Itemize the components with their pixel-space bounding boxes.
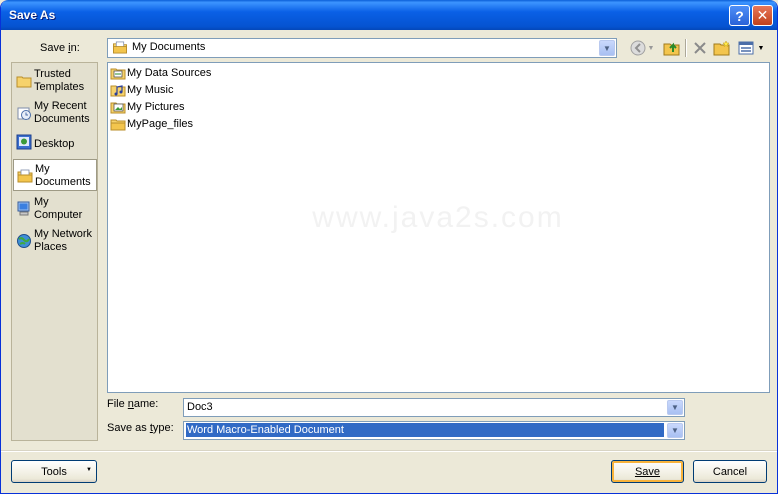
file-name-label: File name: bbox=[107, 398, 159, 410]
file-name: My Music bbox=[127, 84, 174, 96]
save-in-dropdown[interactable]: My Documents ▼ bbox=[107, 38, 617, 58]
new-folder-icon bbox=[713, 40, 730, 56]
bottom-separator bbox=[1, 450, 777, 452]
recent-documents-icon bbox=[17, 107, 31, 120]
save-as-dialog: Save As ? ✕ Save in: My Documents ▼ ▼ ▼ … bbox=[0, 0, 778, 494]
title-bar[interactable]: Save As ? ✕ bbox=[1, 0, 777, 30]
watermark-text: www.java2s.com bbox=[312, 201, 564, 234]
places-bar: Trusted Templates My Recent Documents De… bbox=[11, 62, 98, 441]
place-my-documents[interactable]: My Documents bbox=[13, 159, 97, 191]
folder-icon bbox=[16, 76, 32, 88]
save-as-type-dropdown[interactable]: Word Macro-Enabled Document ▼ bbox=[183, 421, 685, 440]
list-item-my-music[interactable]: My Music bbox=[110, 82, 190, 98]
close-button[interactable]: ✕ bbox=[752, 5, 773, 26]
cancel-button[interactable]: Cancel bbox=[693, 460, 767, 483]
place-label: My Recent Documents bbox=[34, 100, 90, 125]
chevron-down-icon[interactable]: ▼ bbox=[667, 423, 683, 438]
music-folder-icon bbox=[110, 85, 126, 97]
pictures-folder-icon bbox=[110, 102, 126, 114]
delete-x-icon bbox=[694, 42, 706, 54]
back-arrow-icon bbox=[630, 40, 646, 56]
back-dropdown-icon[interactable]: ▼ bbox=[646, 38, 656, 58]
cancel-label: Cancel bbox=[712, 465, 748, 478]
save-button[interactable]: Save bbox=[611, 460, 684, 483]
place-label: Trusted Templates bbox=[34, 68, 85, 93]
up-one-level-button[interactable] bbox=[662, 38, 682, 58]
save-as-type-value: Word Macro-Enabled Document bbox=[186, 423, 664, 437]
tools-button[interactable]: Tools ▼ bbox=[11, 460, 97, 483]
file-name-field[interactable]: Doc3 ▼ bbox=[183, 398, 685, 417]
dialog-title: Save As bbox=[9, 8, 56, 22]
save-as-type-label: Save as type: bbox=[107, 422, 174, 434]
delete-button[interactable] bbox=[690, 38, 710, 58]
toolbar-separator bbox=[685, 39, 687, 57]
place-label: Desktop bbox=[34, 138, 75, 150]
save-label: Save bbox=[634, 465, 661, 478]
chevron-down-icon[interactable]: ▼ bbox=[599, 40, 615, 56]
place-my-computer[interactable]: My Computer bbox=[13, 193, 97, 224]
place-label: My Network Places bbox=[34, 228, 93, 253]
file-name: My Pictures bbox=[127, 101, 185, 113]
views-dropdown-icon[interactable]: ▼ bbox=[756, 38, 766, 58]
network-places-icon bbox=[17, 234, 31, 248]
chevron-down-icon: ▼ bbox=[86, 467, 92, 473]
place-label: My Documents bbox=[35, 163, 91, 188]
back-button[interactable] bbox=[628, 38, 648, 58]
file-name: MyPage_files bbox=[127, 118, 194, 130]
list-item-my-data-sources[interactable]: My Data Sources bbox=[110, 65, 220, 81]
save-in-label: Save in: bbox=[40, 42, 80, 54]
help-button[interactable]: ? bbox=[729, 5, 750, 26]
up-folder-icon bbox=[663, 42, 680, 56]
help-icon: ? bbox=[735, 7, 744, 24]
views-button[interactable] bbox=[736, 38, 756, 58]
my-documents-icon bbox=[113, 41, 127, 54]
desktop-icon bbox=[16, 134, 32, 150]
place-trusted-templates[interactable]: Trusted Templates bbox=[13, 65, 97, 96]
file-list[interactable]: www.java2s.com My Data Sources My Music … bbox=[107, 62, 770, 393]
list-item-mypage-files[interactable]: MyPage_files bbox=[110, 116, 200, 132]
tools-label: Tools bbox=[41, 465, 67, 478]
place-my-recent-documents[interactable]: My Recent Documents bbox=[13, 97, 97, 128]
save-in-value: My Documents bbox=[132, 41, 206, 53]
new-folder-button[interactable] bbox=[712, 38, 732, 58]
place-label: My Computer bbox=[34, 196, 83, 221]
views-menu-icon bbox=[738, 41, 754, 55]
file-name: My Data Sources bbox=[127, 67, 212, 79]
place-my-network-places[interactable]: My Network Places bbox=[13, 225, 97, 256]
my-computer-icon bbox=[17, 201, 30, 216]
list-item-my-pictures[interactable]: My Pictures bbox=[110, 99, 190, 115]
data-sources-folder-icon bbox=[110, 68, 126, 80]
place-desktop[interactable]: Desktop bbox=[13, 129, 97, 160]
folder-icon bbox=[110, 119, 126, 131]
file-name-value: Doc3 bbox=[187, 401, 213, 413]
chevron-down-icon[interactable]: ▼ bbox=[667, 400, 683, 415]
close-icon: ✕ bbox=[756, 7, 769, 23]
my-documents-icon bbox=[17, 169, 33, 183]
